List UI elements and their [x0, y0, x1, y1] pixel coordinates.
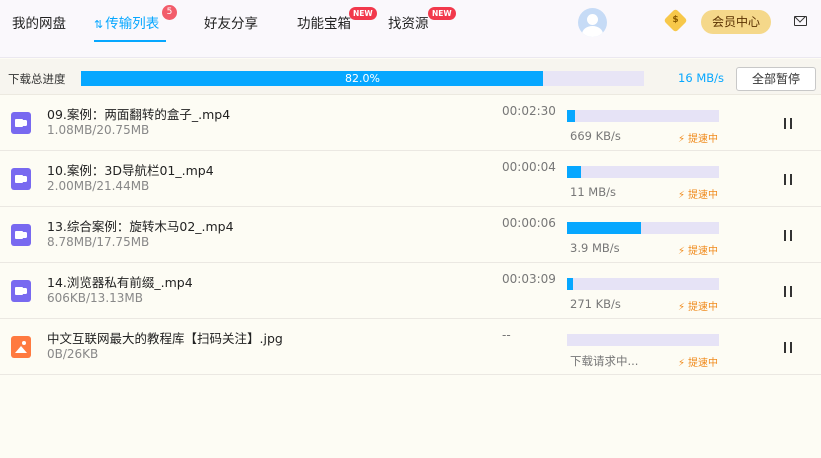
file-size: 606KB/13.13MB [47, 291, 143, 305]
video-file-icon [11, 168, 31, 190]
boost-label: 提速中 [688, 302, 719, 313]
file-size: 1.08MB/20.75MB [47, 123, 150, 137]
file-name: 10.案例：3D导航栏01_.mp4 [47, 163, 214, 178]
file-speed: 11 MB/s [570, 185, 616, 199]
speed-boost-status: ⚡ 提速中 [678, 242, 718, 257]
lightning-icon: ⚡ [678, 302, 686, 313]
lightning-icon: ⚡ [678, 134, 686, 145]
speed-boost-status: ⚡ 提速中 [678, 298, 718, 313]
boost-label: 提速中 [688, 134, 719, 145]
pause-all-button[interactable]: 全部暂停 [736, 67, 816, 91]
file-size: 8.78MB/17.75MB [47, 235, 150, 249]
vip-center-button[interactable]: 会员中心 [701, 10, 771, 34]
top-navigation-bar: 我的网盘 ⇅ 传输列表 5 好友分享 功能宝箱 NEW 找资源 NEW $ 会员中… [0, 0, 821, 58]
lightning-icon: ⚡ [678, 246, 686, 257]
pause-button[interactable] [783, 342, 795, 353]
list-item[interactable]: 14.浏览器私有前缀_.mp4 606KB/13.13MB 00:03:09 2… [0, 263, 821, 319]
file-name: 14.浏览器私有前缀_.mp4 [47, 275, 193, 290]
file-progress-fill [567, 222, 642, 234]
tab-transfer-label: 传输列表 [105, 16, 160, 32]
file-speed: 271 KB/s [570, 297, 621, 311]
transfer-count-badge: 5 [162, 5, 177, 20]
file-progress-track [567, 110, 719, 122]
coin-icon[interactable]: $ [663, 8, 688, 33]
image-file-icon [11, 336, 31, 358]
file-progress-fill [567, 110, 575, 122]
list-item[interactable]: 中文互联网最大的教程库【扫码关注】.jpg 0B/26KB -- 下载请求中..… [0, 319, 821, 375]
tab-transfer-list[interactable]: ⇅ 传输列表 [94, 12, 159, 32]
overall-speed: 16 MB/s [678, 71, 724, 85]
tab-find-resources[interactable]: 找资源 [388, 12, 429, 32]
remaining-time: 00:00:04 [502, 160, 556, 174]
file-progress-track [567, 278, 719, 290]
overall-progress-track: 82.0% [81, 71, 644, 86]
avatar[interactable] [578, 8, 607, 37]
file-speed: 669 KB/s [570, 129, 621, 143]
active-tab-underline [94, 40, 166, 42]
resources-new-badge: NEW [428, 7, 456, 20]
coin-symbol: $ [672, 15, 679, 25]
remaining-time: 00:00:06 [502, 216, 556, 230]
lightning-icon: ⚡ [678, 358, 686, 369]
file-progress-track [567, 166, 719, 178]
file-speed: 3.9 MB/s [570, 241, 620, 255]
pause-button[interactable] [783, 174, 795, 185]
boost-label: 提速中 [688, 246, 719, 257]
speed-boost-status: ⚡ 提速中 [678, 186, 718, 201]
file-name: 09.案例：两面翻转的盒子_.mp4 [47, 107, 231, 122]
video-file-icon [11, 280, 31, 302]
file-size: 0B/26KB [47, 347, 99, 361]
file-name: 13.综合案例：旋转木马02_.mp4 [47, 219, 234, 234]
avatar-head [587, 14, 598, 25]
tab-friend-share[interactable]: 好友分享 [204, 12, 258, 32]
list-item[interactable]: 09.案例：两面翻转的盒子_.mp4 1.08MB/20.75MB 00:02:… [0, 95, 821, 151]
file-progress-track [567, 222, 719, 234]
speed-boost-status: ⚡ 提速中 [678, 130, 718, 145]
transfer-icon: ⇅ [94, 18, 104, 31]
remaining-time: 00:02:30 [502, 104, 556, 118]
overall-download-progress: 下载总进度 82.0% 16 MB/s 全部暂停 [0, 59, 821, 95]
file-name: 中文互联网最大的教程库【扫码关注】.jpg [47, 331, 283, 346]
avatar-body [582, 26, 603, 37]
pause-button[interactable] [783, 118, 795, 129]
boost-label: 提速中 [688, 190, 719, 201]
lightning-icon: ⚡ [678, 190, 686, 201]
remaining-time: 00:03:09 [502, 272, 556, 286]
toolbox-new-badge: NEW [349, 7, 377, 20]
list-item[interactable]: 13.综合案例：旋转木马02_.mp4 8.78MB/17.75MB 00:00… [0, 207, 821, 263]
mail-icon[interactable] [794, 16, 807, 26]
file-size: 2.00MB/21.44MB [47, 179, 150, 193]
file-progress-fill [567, 278, 574, 290]
file-speed: 下载请求中... [570, 354, 639, 368]
tab-toolbox[interactable]: 功能宝箱 [297, 12, 351, 32]
file-progress-fill [567, 166, 581, 178]
list-item[interactable]: 10.案例：3D导航栏01_.mp4 2.00MB/21.44MB 00:00:… [0, 151, 821, 207]
boost-label: 提速中 [688, 358, 719, 369]
remaining-time: -- [502, 328, 511, 342]
overall-progress-percent: 82.0% [345, 72, 380, 85]
tab-my-disk[interactable]: 我的网盘 [12, 12, 66, 32]
file-progress-track [567, 334, 719, 346]
video-file-icon [11, 112, 31, 134]
video-file-icon [11, 224, 31, 246]
pause-button[interactable] [783, 230, 795, 241]
pause-button[interactable] [783, 286, 795, 297]
overall-progress-label: 下载总进度 [8, 72, 66, 86]
speed-boost-status: ⚡ 提速中 [678, 354, 718, 369]
